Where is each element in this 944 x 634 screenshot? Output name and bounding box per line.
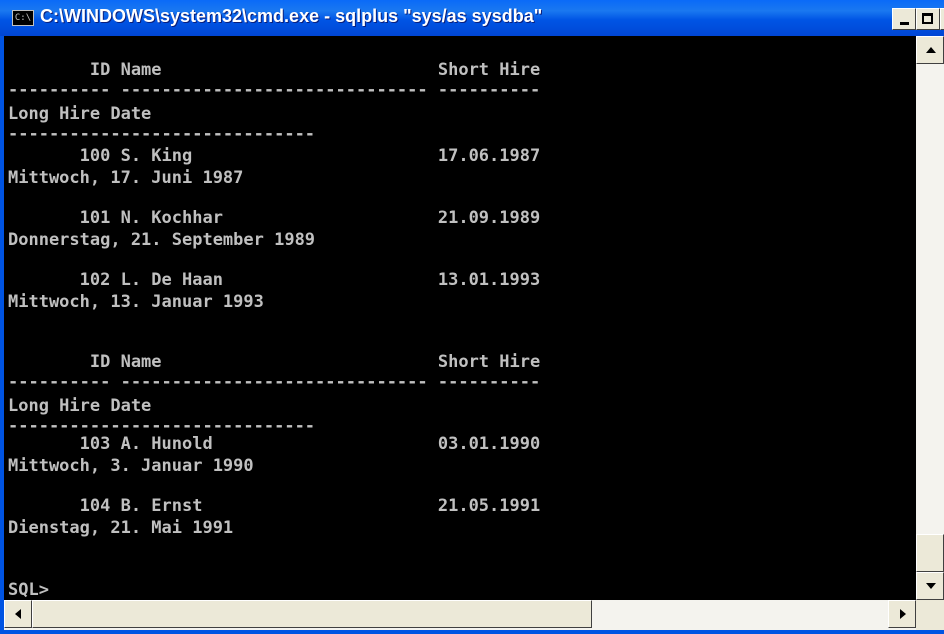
maximize-button[interactable] [916, 8, 940, 30]
minimize-button[interactable] [892, 8, 916, 30]
scroll-right-button[interactable] [888, 600, 916, 628]
console-line: Mittwoch, 3. Januar 1990 [8, 456, 254, 476]
vertical-scroll-thumb[interactable] [916, 534, 944, 572]
size-grip[interactable] [916, 600, 944, 634]
window-border-bottom [0, 630, 944, 634]
console-line: ------------------------------ [8, 124, 316, 144]
console-line: Dienstag, 21. Mai 1991 [8, 518, 234, 538]
window-title: C:\WINDOWS\system32\cmd.exe - sqlplus "s… [40, 6, 543, 26]
cmd-window: C:\ C:\WINDOWS\system32\cmd.exe - sqlplu… [0, 0, 944, 634]
scroll-left-button[interactable] [4, 600, 32, 628]
console-line: Donnerstag, 21. September 1989 [8, 230, 316, 250]
console-line: 104 B. Ernst 21.05.1991 [8, 496, 541, 516]
console-prompt[interactable]: SQL> [8, 580, 49, 600]
cmd-app-icon[interactable]: C:\ [12, 10, 34, 26]
scroll-down-arrow-icon [926, 583, 936, 589]
scroll-up-button[interactable] [916, 36, 944, 64]
scroll-left-arrow-icon [15, 609, 21, 619]
console-line: ID Name Short Hire [8, 60, 541, 80]
console-line: 101 N. Kochhar 21.09.1989 [8, 208, 541, 228]
console-line: ------------------------------ [8, 416, 316, 436]
console-line: Mittwoch, 13. Januar 1993 [8, 292, 264, 312]
scroll-up-arrow-icon [926, 47, 936, 53]
console-line: Long Hire Date [8, 104, 152, 124]
maximize-icon [922, 13, 933, 24]
title-bar[interactable]: C:\ C:\WINDOWS\system32\cmd.exe - sqlplu… [0, 0, 944, 36]
horizontal-scrollbar[interactable] [4, 600, 916, 630]
console-output[interactable]: ID Name Short Hire ---------- ----------… [4, 36, 916, 600]
console-line: Mittwoch, 17. Juni 1987 [8, 168, 244, 188]
scroll-down-button[interactable] [916, 572, 944, 600]
console-line: ---------- -----------------------------… [8, 80, 541, 100]
console-line: ID Name Short Hire [8, 352, 541, 372]
console-line: 100 S. King 17.06.1987 [8, 146, 541, 166]
console-line: 103 A. Hunold 03.01.1990 [8, 434, 541, 454]
close-button[interactable] [940, 8, 944, 30]
console-line: Long Hire Date [8, 396, 152, 416]
console-line: ---------- -----------------------------… [8, 372, 541, 392]
vertical-scrollbar[interactable] [916, 36, 944, 600]
console-line: 102 L. De Haan 13.01.1993 [8, 270, 541, 290]
scroll-right-arrow-icon [900, 609, 906, 619]
minimize-icon [900, 22, 909, 25]
horizontal-scroll-thumb[interactable] [32, 600, 592, 628]
